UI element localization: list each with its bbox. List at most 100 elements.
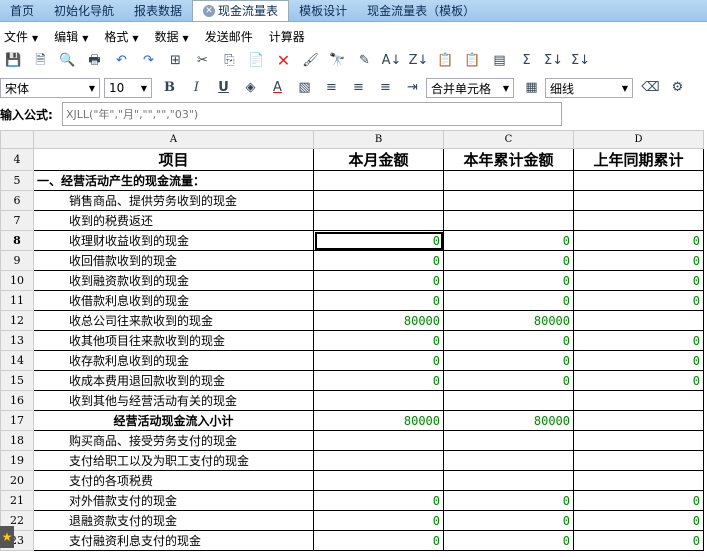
font-select[interactable]: 宋体 ▼ bbox=[0, 78, 100, 98]
table-icon[interactable]: ▦ bbox=[518, 78, 545, 98]
cell-A7[interactable]: 收到的税费返还 bbox=[33, 210, 314, 231]
cell-A5[interactable]: 一、经营活动产生的现金流量： bbox=[33, 170, 314, 191]
cell-B9[interactable]: 0 bbox=[313, 250, 444, 271]
paste-special-icon[interactable]: 📋 bbox=[432, 51, 459, 71]
menu-item-1[interactable]: 编辑 ▼ bbox=[50, 26, 100, 48]
bold-icon[interactable]: B bbox=[156, 78, 183, 98]
paste-icon[interactable]: 📄 bbox=[243, 51, 270, 71]
column-header[interactable]: A bbox=[33, 130, 314, 149]
cell-C6[interactable] bbox=[443, 190, 574, 211]
cell-D21[interactable]: 0 bbox=[573, 490, 704, 511]
cell-A15[interactable]: 收成本费用退回款收到的现金 bbox=[33, 370, 314, 391]
column-header[interactable]: D bbox=[573, 130, 704, 149]
align-center-icon[interactable]: ≡ bbox=[345, 78, 372, 98]
tab-0[interactable]: 首页 bbox=[0, 0, 44, 21]
cell-B8[interactable]: 0 bbox=[313, 230, 444, 251]
star-icon[interactable]: ★ bbox=[0, 526, 14, 548]
row-header[interactable]: 15 bbox=[0, 370, 34, 391]
row-header[interactable]: 5 bbox=[0, 170, 34, 191]
save-as-icon[interactable]: 🗎 bbox=[27, 51, 54, 71]
cell-C15[interactable]: 0 bbox=[443, 370, 574, 391]
cell-B18[interactable] bbox=[313, 430, 444, 451]
cell-D11[interactable]: 0 bbox=[573, 290, 704, 311]
border-style-select[interactable]: 细线 ▼ bbox=[545, 78, 633, 98]
fill-color-icon[interactable]: ◈ bbox=[237, 78, 264, 98]
row-header[interactable]: 20 bbox=[0, 470, 34, 491]
cell-A22[interactable]: 退融资款支付的现金 bbox=[33, 510, 314, 531]
cell-B5[interactable] bbox=[313, 170, 444, 191]
cell-A4[interactable]: 项目 bbox=[33, 148, 314, 171]
cell-B21[interactable]: 0 bbox=[313, 490, 444, 511]
row-header[interactable]: 14 bbox=[0, 350, 34, 371]
underline-icon[interactable]: U bbox=[210, 78, 237, 98]
cell-C17[interactable]: 80000 bbox=[443, 410, 574, 431]
cell-C19[interactable] bbox=[443, 450, 574, 471]
cell-B16[interactable] bbox=[313, 390, 444, 411]
undo-icon[interactable]: ↶ bbox=[108, 51, 135, 71]
cell-B19[interactable] bbox=[313, 450, 444, 471]
cell-C5[interactable] bbox=[443, 170, 574, 191]
tab-3[interactable]: ✕ 现金流量表 bbox=[192, 0, 290, 21]
cell-D18[interactable] bbox=[573, 430, 704, 451]
cell-D4[interactable]: 上年同期累计 bbox=[573, 148, 704, 171]
cell-D7[interactable] bbox=[573, 210, 704, 231]
cell-B6[interactable] bbox=[313, 190, 444, 211]
cell-A17[interactable]: 经营活动现金流入小计 bbox=[33, 410, 314, 431]
row-header[interactable]: 18 bbox=[0, 430, 34, 451]
tab-1[interactable]: 初始化导航 bbox=[44, 0, 124, 21]
menu-item-2[interactable]: 格式 ▼ bbox=[100, 26, 150, 48]
cell-C11[interactable]: 0 bbox=[443, 290, 574, 311]
row-header[interactable]: 9 bbox=[0, 250, 34, 271]
menu-item-4[interactable]: 发送邮件 bbox=[201, 26, 265, 48]
cell-D13[interactable]: 0 bbox=[573, 330, 704, 351]
select-all-icon[interactable]: ⊞ bbox=[162, 51, 189, 71]
cell-B22[interactable]: 0 bbox=[313, 510, 444, 531]
cell-C18[interactable] bbox=[443, 430, 574, 451]
close-icon[interactable]: ✕ bbox=[203, 5, 216, 17]
cell-D14[interactable]: 0 bbox=[573, 350, 704, 371]
cell-D6[interactable] bbox=[573, 190, 704, 211]
cell-A20[interactable]: 支付的各项税费 bbox=[33, 470, 314, 491]
select-all-corner[interactable] bbox=[0, 130, 34, 149]
cell-C22[interactable]: 0 bbox=[443, 510, 574, 531]
cell-B10[interactable]: 0 bbox=[313, 270, 444, 291]
cell-A14[interactable]: 收存款利息收到的现金 bbox=[33, 350, 314, 371]
column-header[interactable]: C bbox=[443, 130, 574, 149]
cell-A11[interactable]: 收借款利息收到的现金 bbox=[33, 290, 314, 311]
cell-C20[interactable] bbox=[443, 470, 574, 491]
tab-2[interactable]: 报表数据 bbox=[124, 0, 192, 21]
cell-D19[interactable] bbox=[573, 450, 704, 471]
row-header[interactable]: 7 bbox=[0, 210, 34, 231]
cell-D8[interactable]: 0 bbox=[573, 230, 704, 251]
cell-C23[interactable]: 0 bbox=[443, 530, 574, 551]
cell-D12[interactable] bbox=[573, 310, 704, 331]
cell-B4[interactable]: 本月金额 bbox=[313, 148, 444, 171]
merge-cells-select[interactable]: 合并单元格 ▼ bbox=[426, 78, 514, 98]
cell-A19[interactable]: 支付给职工以及为职工支付的现金 bbox=[33, 450, 314, 471]
row-header[interactable]: 11 bbox=[0, 290, 34, 311]
cell-A9[interactable]: 收回借款收到的现金 bbox=[33, 250, 314, 271]
cell-A18[interactable]: 购买商品、接受劳务支付的现金 bbox=[33, 430, 314, 451]
cell-B15[interactable]: 0 bbox=[313, 370, 444, 391]
sum-icon[interactable]: Σ bbox=[513, 51, 540, 71]
cell-D20[interactable] bbox=[573, 470, 704, 491]
cell-B14[interactable]: 0 bbox=[313, 350, 444, 371]
report-icon[interactable]: ▤ bbox=[486, 51, 513, 71]
menu-item-5[interactable]: 计算器 bbox=[265, 26, 317, 48]
copy-icon[interactable]: ⎘ bbox=[216, 51, 243, 71]
cell-D9[interactable]: 0 bbox=[573, 250, 704, 271]
cell-C7[interactable] bbox=[443, 210, 574, 231]
cell-C9[interactable]: 0 bbox=[443, 250, 574, 271]
cell-D15[interactable]: 0 bbox=[573, 370, 704, 391]
formula-input[interactable] bbox=[62, 102, 562, 126]
edit-icon[interactable]: ✎ bbox=[351, 51, 378, 71]
menu-item-0[interactable]: 文件 ▼ bbox=[0, 26, 50, 48]
cut-icon[interactable]: ✂ bbox=[189, 51, 216, 71]
print-preview-icon[interactable]: 🔍 bbox=[54, 51, 81, 71]
settings-icon[interactable]: ⚙ bbox=[664, 78, 691, 98]
sort-desc-icon[interactable]: Z↓ bbox=[405, 51, 432, 71]
cell-D5[interactable] bbox=[573, 170, 704, 191]
paste-values-icon[interactable]: 📋 bbox=[459, 51, 486, 71]
tab-4[interactable]: 模板设计 bbox=[289, 0, 357, 21]
cell-D22[interactable]: 0 bbox=[573, 510, 704, 531]
